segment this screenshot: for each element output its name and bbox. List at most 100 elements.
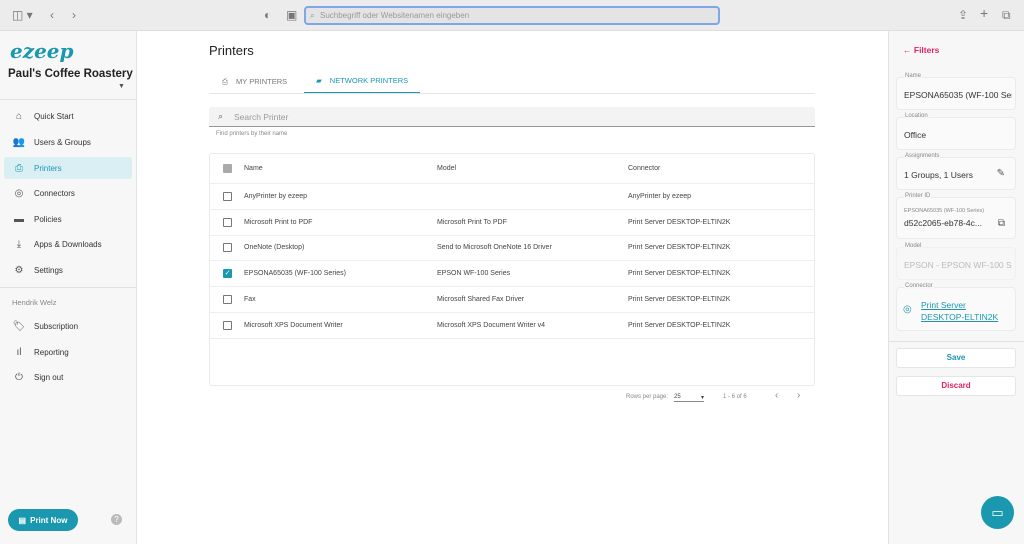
- tab-my-printers[interactable]: ⎙ MY PRINTERS: [222, 69, 287, 94]
- reader-icon[interactable]: ▣: [286, 8, 297, 22]
- sidebar-item-policies[interactable]: ▬ Policies: [4, 208, 132, 230]
- gear-icon: ⚙: [14, 264, 24, 276]
- printer-id-field: Printer ID EPSONA65035 (WF-100 Series) d52…: [896, 193, 1016, 239]
- assignments-field: Assignments 1 Groups, 1 Users ✎: [896, 153, 1016, 190]
- table-row[interactable]: Microsoft XPS Document Writer Microsoft …: [210, 313, 814, 339]
- address-bar[interactable]: ⌕ Suchbegriff oder Websitenamen eingeben: [304, 6, 720, 25]
- column-name[interactable]: Name: [244, 165, 263, 172]
- back-to-filters[interactable]: ← Filters: [903, 45, 939, 55]
- printer-connector: Print Server DESKTOP-ELTIN2K: [628, 321, 731, 329]
- document-icon: ▤: [18, 515, 27, 525]
- column-connector[interactable]: Connector: [628, 165, 660, 172]
- sidebar-item-users-groups[interactable]: 👥 Users & Groups: [4, 131, 132, 153]
- forward-icon[interactable]: ›: [72, 8, 76, 22]
- row-checkbox[interactable]: ✓: [223, 269, 232, 279]
- help-icon[interactable]: ?: [111, 514, 122, 525]
- sidebar-item-settings[interactable]: ⚙ Settings: [4, 259, 132, 281]
- connector-link[interactable]: Print Server DESKTOP-ELTIN2K: [921, 299, 998, 323]
- location-field[interactable]: Location Office: [896, 113, 1016, 150]
- power-icon: ⏻: [15, 371, 23, 383]
- sidebar-item-printers[interactable]: ⎙ Printers: [4, 157, 132, 179]
- model-field: ModelEPSON - EPSON WF-100 Series: [896, 243, 1016, 280]
- next-page-icon[interactable]: ›: [797, 390, 800, 401]
- printer-name: Fax: [244, 295, 256, 303]
- chat-icon: ▭: [991, 505, 1004, 520]
- connector-icon: ◎: [903, 304, 912, 315]
- rows-per-page-select[interactable]: 25 ▾: [674, 394, 704, 402]
- table-row[interactable]: AnyPrinter by ezeep AnyPrinter by ezeep: [210, 184, 814, 210]
- table-row[interactable]: Fax Microsoft Shared Fax Driver Print Se…: [210, 287, 814, 313]
- table-row[interactable]: OneNote (Desktop) Send to Microsoft OneN…: [210, 235, 814, 262]
- row-checkbox[interactable]: [223, 217, 232, 227]
- sidebar-item-subscription[interactable]: 🏷 Subscription: [4, 315, 132, 337]
- tabs-overview-icon[interactable]: ⧉: [1002, 8, 1011, 23]
- back-icon[interactable]: ‹: [50, 8, 54, 22]
- shield-icon[interactable]: ◐: [264, 8, 271, 22]
- printer-name: Microsoft Print to PDF: [244, 218, 313, 226]
- toggle-icon: ▬: [14, 213, 24, 225]
- table-header: Name Model Connector: [210, 154, 814, 184]
- printers-table: Name Model Connector AnyPrinter by ezeep…: [209, 153, 815, 402]
- main-content: Printers ⎙ MY PRINTERS ▰ NETWORK PRINTERS …: [137, 31, 887, 544]
- row-checkbox[interactable]: [223, 320, 232, 330]
- printer-connector: Print Server DESKTOP-ELTIN2K: [628, 244, 731, 252]
- name-field[interactable]: NameEPSONA65035 (WF-100 Series): [896, 73, 1016, 110]
- rows-per-page-label: Rows per page:: [626, 394, 669, 400]
- sidebar-item-connectors[interactable]: ◎ Connectors: [4, 182, 132, 204]
- column-model[interactable]: Model: [437, 165, 456, 172]
- network-printer-icon: ▰: [316, 76, 322, 85]
- sidebar-item-quick-start[interactable]: ⌂ Quick Start: [4, 105, 132, 127]
- home-icon: ⌂: [15, 110, 23, 122]
- pagination-range: 1 - 6 of 6: [723, 394, 747, 400]
- printer-model: Microsoft Print To PDF: [437, 218, 507, 226]
- row-checkbox[interactable]: [223, 243, 232, 253]
- new-tab-icon[interactable]: +: [980, 5, 988, 21]
- printer-model: EPSON WF-100 Series: [437, 270, 511, 278]
- org-dropdown-icon[interactable]: ▼: [118, 83, 125, 90]
- sidebar-toggle-icon[interactable]: ◫ ▾: [12, 8, 33, 22]
- printer-name: OneNote (Desktop): [244, 244, 305, 252]
- printer-name: Microsoft XPS Document Writer: [244, 321, 343, 329]
- printer-name: AnyPrinter by ezeep: [244, 193, 308, 200]
- page-title: Printers: [209, 43, 254, 58]
- search-icon: ⌕: [218, 111, 224, 121]
- row-checkbox[interactable]: [223, 294, 232, 304]
- select-all-checkbox[interactable]: [223, 164, 232, 173]
- search-icon: ⌕: [310, 10, 316, 20]
- address-placeholder: Suchbegriff oder Websitenamen eingeben: [320, 11, 470, 20]
- ezeep-logo: ezeep: [10, 39, 74, 63]
- save-button[interactable]: Save: [896, 348, 1016, 368]
- search-hint: Find printers by their name: [216, 131, 288, 137]
- printer-icon: ⎙: [222, 76, 228, 86]
- row-checkbox[interactable]: [223, 192, 232, 201]
- sidebar: ezeep Paul's Coffee Roastery ▼ ⌂ Quick St…: [0, 31, 137, 544]
- download-icon: ⤓: [16, 238, 22, 250]
- search-input[interactable]: ⌕ Search Printer: [209, 107, 815, 127]
- organization-name[interactable]: Paul's Coffee Roastery: [8, 68, 133, 80]
- printer-model: Send to Microsoft OneNote 16 Driver: [437, 244, 552, 252]
- table-row[interactable]: ✓ EPSONA65035 (WF-100 Series) EPSON WF-1…: [210, 261, 814, 288]
- bar-chart-icon: ıl: [16, 346, 22, 358]
- prev-page-icon[interactable]: ‹: [775, 390, 778, 401]
- printer-name: EPSONA65035 (WF-100 Series): [244, 270, 346, 278]
- chat-button[interactable]: ▭: [981, 496, 1014, 529]
- printer-icon: ⎙: [15, 162, 23, 174]
- tab-network-printers[interactable]: ▰ NETWORK PRINTERS: [304, 69, 421, 94]
- copy-icon[interactable]: ⧉: [998, 218, 1005, 229]
- edit-icon[interactable]: ✎: [997, 168, 1005, 179]
- share-icon[interactable]: ⇪: [958, 8, 968, 22]
- sidebar-item-sign-out[interactable]: ⏻ Sign out: [4, 366, 132, 388]
- user-name: Hendrik Welz: [12, 298, 57, 307]
- table-row[interactable]: Microsoft Print to PDF Microsoft Print T…: [210, 210, 814, 236]
- arrow-left-icon: ←: [903, 45, 914, 55]
- tag-icon: 🏷: [12, 320, 26, 332]
- sidebar-item-reporting[interactable]: ıl Reporting: [4, 341, 132, 363]
- sidebar-item-apps-downloads[interactable]: ⤓ Apps & Downloads: [4, 233, 132, 255]
- connector-icon: ◎: [14, 187, 24, 199]
- print-now-button[interactable]: ▤ Print Now: [8, 509, 78, 531]
- discard-button[interactable]: Discard: [896, 376, 1016, 396]
- printer-connector: Print Server DESKTOP-ELTIN2K: [628, 218, 731, 226]
- printer-model: Microsoft XPS Document Writer v4: [437, 321, 546, 329]
- printer-connector: Print Server DESKTOP-ELTIN2K: [628, 270, 731, 278]
- connector-field: Connector ◎ Print Server DESKTOP-ELTIN2K: [896, 283, 1016, 331]
